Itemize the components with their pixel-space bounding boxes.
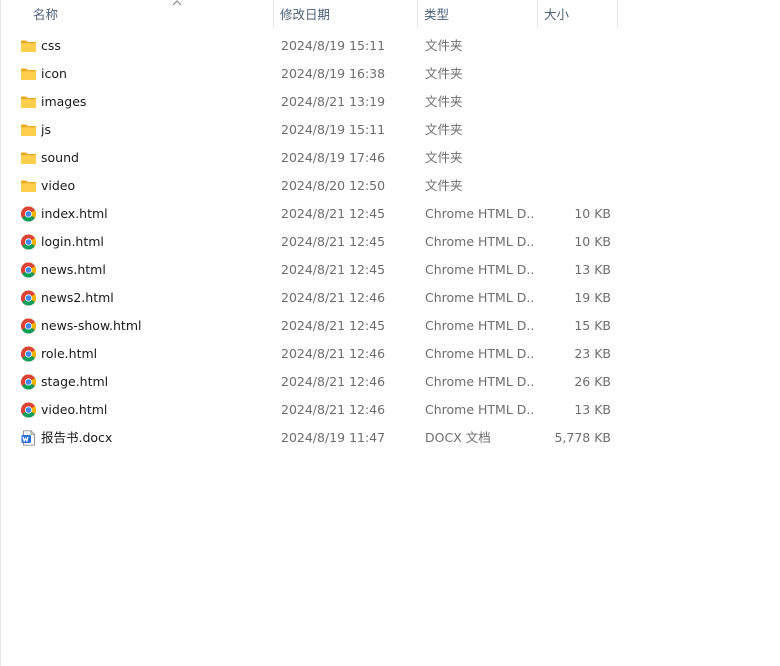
file-size: 23 KB (574, 346, 611, 361)
file-row[interactable]: video 2024/8/20 12:50 文件夹 (1, 172, 780, 200)
file-name: sound (41, 150, 79, 165)
chrome-icon (20, 234, 37, 250)
chrome-icon (20, 262, 37, 278)
file-modified-date: 2024/8/20 12:50 (281, 178, 386, 193)
chrome-icon (20, 290, 37, 306)
file-size: 19 KB (574, 290, 611, 305)
file-modified-date: 2024/8/21 12:45 (281, 206, 386, 221)
file-type: Chrome HTML D... (425, 346, 535, 361)
folder-icon (20, 122, 37, 138)
file-name: news2.html (41, 290, 114, 305)
file-modified-date: 2024/8/19 11:47 (281, 430, 386, 445)
file-row[interactable]: css 2024/8/19 15:11 文件夹 (1, 32, 780, 60)
file-size: 13 KB (574, 262, 611, 277)
file-modified-date: 2024/8/21 12:46 (281, 374, 386, 389)
file-type: Chrome HTML D... (425, 262, 535, 277)
file-name: css (41, 38, 61, 53)
file-modified-date: 2024/8/21 13:19 (281, 94, 386, 109)
folder-icon (20, 150, 37, 166)
file-name: 报告书.docx (41, 430, 113, 445)
file-type: Chrome HTML D... (425, 290, 535, 305)
column-header-date-label: 修改日期 (280, 7, 331, 22)
file-type: Chrome HTML D... (425, 234, 535, 249)
file-row[interactable]: images 2024/8/21 13:19 文件夹 (1, 88, 780, 116)
file-modified-date: 2024/8/21 12:46 (281, 290, 386, 305)
file-row[interactable]: icon 2024/8/19 16:38 文件夹 (1, 60, 780, 88)
column-header-name[interactable]: 名称 (27, 0, 274, 28)
file-name: login.html (41, 234, 104, 249)
file-row[interactable]: stage.html 2024/8/21 12:46 Chrome HTML D..… (1, 368, 780, 396)
file-name: stage.html (41, 374, 109, 389)
file-row[interactable]: news-show.html 2024/8/21 12:45 Chrome HTML… (1, 312, 780, 340)
file-type: Chrome HTML D... (425, 206, 535, 221)
word-doc-icon (20, 430, 37, 446)
column-header-size-label: 大小 (544, 7, 570, 22)
column-header-bar: 名称 修改日期 类型 大小 (1, 0, 780, 28)
file-modified-date: 2024/8/19 15:11 (281, 122, 386, 137)
column-header-date[interactable]: 修改日期 (274, 0, 418, 28)
file-modified-date: 2024/8/21 12:45 (281, 318, 386, 333)
file-type: 文件夹 (425, 94, 463, 109)
chrome-icon (20, 374, 37, 390)
file-row[interactable]: news2.html 2024/8/21 12:46 Chrome HTML D..… (1, 284, 780, 312)
folder-icon (20, 94, 37, 110)
file-name: news-show.html (41, 318, 142, 333)
file-list: css 2024/8/19 15:11 文件夹 icon 2024/8/19 16:3… (1, 32, 780, 452)
file-name: video (41, 178, 76, 193)
file-type: 文件夹 (425, 38, 463, 53)
file-name: video.html (41, 402, 108, 417)
file-row[interactable]: login.html 2024/8/21 12:45 Chrome HTML D..… (1, 228, 780, 256)
chrome-icon (20, 402, 37, 418)
chrome-icon (20, 346, 37, 362)
column-header-type[interactable]: 类型 (418, 0, 538, 28)
file-modified-date: 2024/8/21 12:46 (281, 346, 386, 361)
chrome-icon (20, 318, 37, 334)
file-modified-date: 2024/8/19 17:46 (281, 150, 386, 165)
column-header-size[interactable]: 大小 (538, 0, 618, 28)
file-row[interactable]: news.html 2024/8/21 12:45 Chrome HTML D...… (1, 256, 780, 284)
file-modified-date: 2024/8/19 16:38 (281, 66, 386, 81)
folder-icon (20, 38, 37, 54)
file-size: 13 KB (574, 402, 611, 417)
file-name: role.html (41, 346, 98, 361)
file-type: 文件夹 (425, 66, 463, 81)
file-size: 5,778 KB (554, 430, 611, 445)
file-name: icon (41, 66, 67, 81)
file-type: Chrome HTML D... (425, 318, 535, 333)
file-type: Chrome HTML D... (425, 402, 535, 417)
file-row[interactable]: video.html 2024/8/21 12:46 Chrome HTML D..… (1, 396, 780, 424)
file-modified-date: 2024/8/21 12:46 (281, 402, 386, 417)
file-size: 10 KB (574, 234, 611, 249)
file-row[interactable]: js 2024/8/19 15:11 文件夹 (1, 116, 780, 144)
file-name: js (41, 122, 51, 137)
column-header-name-label: 名称 (33, 7, 59, 22)
file-modified-date: 2024/8/21 12:45 (281, 234, 386, 249)
folder-icon (20, 66, 37, 82)
file-modified-date: 2024/8/19 15:11 (281, 38, 386, 53)
file-type: Chrome HTML D... (425, 374, 535, 389)
folder-icon (20, 178, 37, 194)
file-size: 26 KB (574, 374, 611, 389)
file-modified-date: 2024/8/21 12:45 (281, 262, 386, 277)
file-row[interactable]: 报告书.docx 2024/8/19 11:47 DOCX 文档 5,778 KB (1, 424, 780, 452)
file-name: news.html (41, 262, 106, 277)
file-list-pane: 名称 修改日期 类型 大小 css 2024/8/19 15:11 文件夹 icon… (0, 0, 780, 666)
column-header-type-label: 类型 (424, 7, 450, 22)
file-name: images (41, 94, 87, 109)
file-row[interactable]: index.html 2024/8/21 12:45 Chrome HTML D..… (1, 200, 780, 228)
file-type: 文件夹 (425, 178, 463, 193)
chrome-icon (20, 206, 37, 222)
file-type: 文件夹 (425, 150, 463, 165)
file-size: 10 KB (574, 206, 611, 221)
file-row[interactable]: sound 2024/8/19 17:46 文件夹 (1, 144, 780, 172)
file-type: 文件夹 (425, 122, 463, 137)
file-size: 15 KB (574, 318, 611, 333)
file-type: DOCX 文档 (425, 430, 491, 445)
sort-up-icon (172, 0, 182, 6)
file-name: index.html (41, 206, 108, 221)
file-row[interactable]: role.html 2024/8/21 12:46 Chrome HTML D...… (1, 340, 780, 368)
